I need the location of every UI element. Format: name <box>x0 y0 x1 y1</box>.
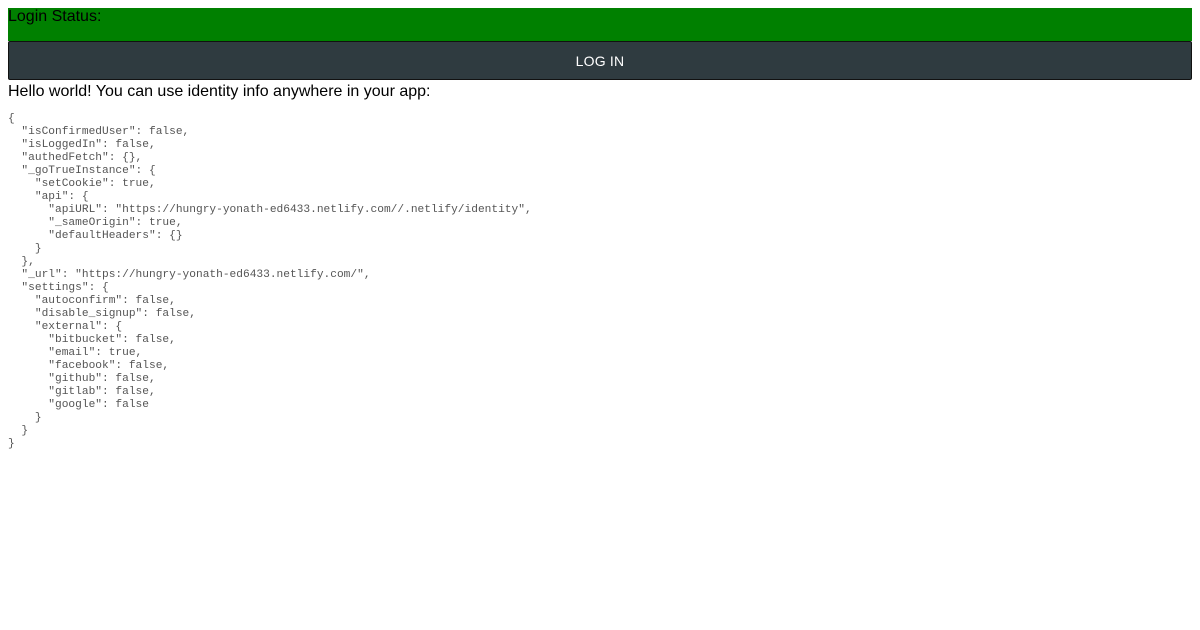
log-in-button[interactable]: LOG IN <box>8 41 1192 80</box>
hello-message: Hello world! You can use identity info a… <box>8 83 431 100</box>
login-status-label: Login Status: <box>8 8 102 25</box>
identity-json-dump: { "isConfirmedUser": false, "isLoggedIn"… <box>8 113 532 450</box>
login-status-bar: Login Status: <box>8 8 1192 41</box>
page: Login Status: LOG IN Hello world! You ca… <box>8 8 1192 451</box>
